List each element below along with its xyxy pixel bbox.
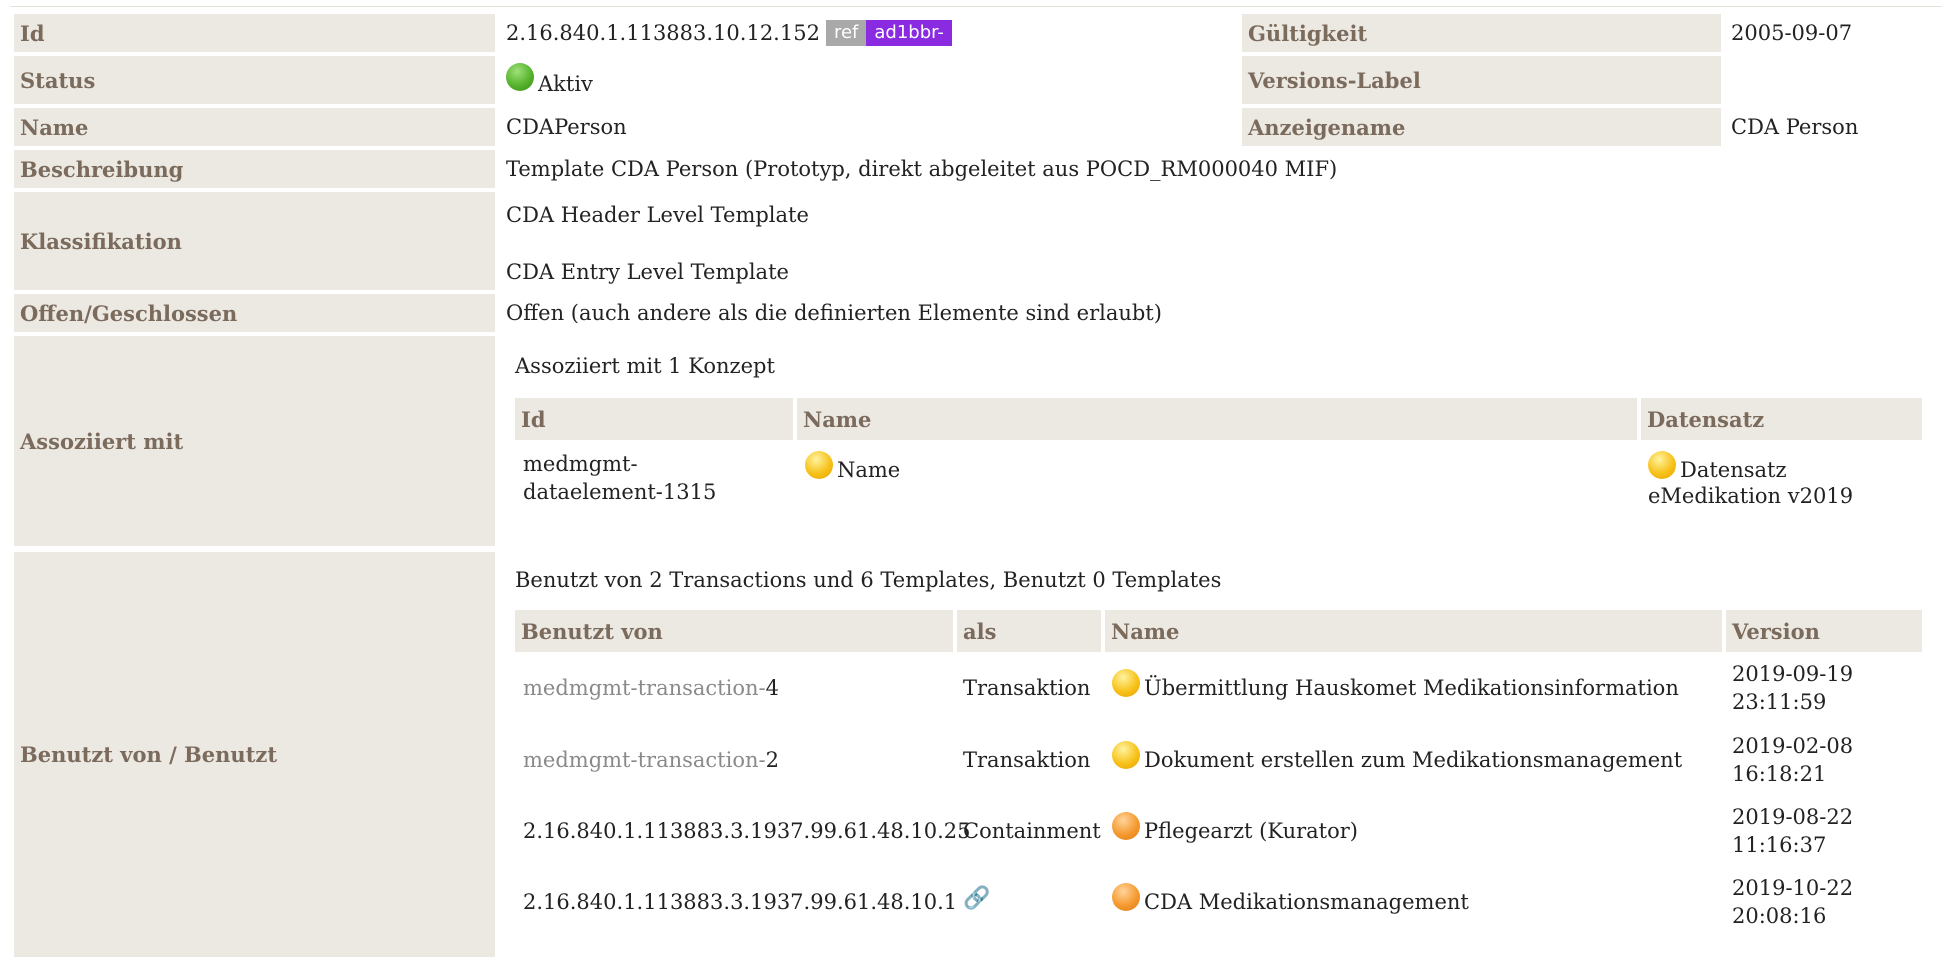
usage-row-2-version: 2019-02-08 16:18:21 bbox=[1732, 732, 1853, 788]
assoc-header-name: Name bbox=[797, 398, 1637, 440]
usage-row-3-id[interactable]: 2.16.840.1.113883.3.1937.99.61.48.10.25 bbox=[523, 817, 971, 845]
label-benutzt: Benutzt von / Benutzt bbox=[14, 552, 495, 957]
usage-row-2-id[interactable]: medmgmt-transaction-2 bbox=[523, 746, 779, 774]
assoc-id-line1: medmgmt- bbox=[523, 452, 638, 476]
usage-row-1-version: 2019-09-19 23:11:59 bbox=[1732, 660, 1853, 716]
usage-row-4-name[interactable]: CDA Medikationsmanagement bbox=[1112, 882, 1469, 914]
value-status: Aktiv bbox=[506, 56, 593, 104]
usage-row-2-name[interactable]: Dokument erstellen zum Medikationsmanage… bbox=[1112, 740, 1683, 772]
link-icon[interactable]: 🔗 bbox=[963, 886, 990, 911]
usage-time: 23:11:59 bbox=[1732, 690, 1827, 714]
label-gueltigkeit-text: Gültigkeit bbox=[1248, 20, 1368, 46]
label-assoziiert: Assoziiert mit bbox=[14, 336, 495, 546]
orange-status-dot-icon bbox=[1112, 882, 1140, 911]
label-status-text: Status bbox=[20, 67, 96, 93]
yellow-status-dot-icon bbox=[1648, 450, 1676, 479]
assoc-row-datensatz[interactable]: Datensatz eMedikation v2019 bbox=[1648, 450, 1854, 510]
status-active-icon bbox=[506, 63, 534, 91]
usage-id-suffix: 4 bbox=[765, 676, 779, 700]
value-gueltigkeit: 2005-09-07 bbox=[1731, 21, 1853, 45]
label-id-text: Id bbox=[20, 20, 45, 46]
usage-id-suffix: 2 bbox=[765, 748, 779, 772]
label-assoziiert-text: Assoziiert mit bbox=[20, 428, 184, 454]
top-divider bbox=[10, 6, 1942, 7]
label-beschreibung-text: Beschreibung bbox=[20, 156, 184, 182]
usage-time: 11:16:37 bbox=[1732, 833, 1827, 857]
value-anzeigename: CDA Person bbox=[1731, 115, 1859, 139]
usage-date: 2019-08-22 bbox=[1732, 805, 1854, 829]
usage-row-4-id[interactable]: 2.16.840.1.113883.3.1937.99.61.48.10.1 bbox=[523, 888, 957, 916]
value-klassifikation-entry: CDA Entry Level Template bbox=[506, 260, 789, 284]
value-id: 2.16.840.1.113883.10.12.152 ref ad1bbr- bbox=[506, 14, 952, 52]
yellow-status-dot-icon bbox=[805, 450, 833, 479]
value-offen-geschlossen: Offen (auch andere als die definierten E… bbox=[506, 301, 1162, 325]
usage-id-prefix: medmgmt-transaction- bbox=[523, 676, 766, 700]
usage-row-4-version: 2019-10-22 20:08:16 bbox=[1732, 874, 1853, 930]
usage-row-1-name[interactable]: Übermittlung Hauskomet Medikationsinform… bbox=[1112, 668, 1679, 700]
label-name-text: Name bbox=[20, 114, 89, 140]
label-offen-geschlossen: Offen/Geschlossen bbox=[14, 294, 495, 332]
value-beschreibung: Template CDA Person (Prototyp, direkt ab… bbox=[506, 157, 1338, 181]
prefix-badge[interactable]: ad1bbr- bbox=[866, 20, 952, 46]
label-klassifikation: Klassifikation bbox=[14, 192, 495, 290]
template-id: 2.16.840.1.113883.10.12.152 bbox=[506, 21, 820, 45]
usage-date: 2019-09-19 bbox=[1732, 662, 1854, 686]
usage-id-suffix: 2.16.840.1.113883.3.1937.99.61.48.10.1 bbox=[523, 890, 958, 914]
usage-row-4-als[interactable]: 🔗 bbox=[963, 884, 990, 913]
yellow-status-dot-icon bbox=[1112, 740, 1140, 769]
usage-row-1-als: Transaktion bbox=[963, 676, 1091, 700]
usage-row-3-name[interactable]: Pflegearzt (Kurator) bbox=[1112, 811, 1358, 843]
usage-name-text: Dokument erstellen zum Medikationsmanage… bbox=[1144, 748, 1683, 772]
label-klassifikation-text: Klassifikation bbox=[20, 228, 182, 254]
usage-date: 2019-10-22 bbox=[1732, 876, 1854, 900]
label-benutzt-text: Benutzt von / Benutzt bbox=[20, 742, 278, 767]
usage-name-text: Pflegearzt (Kurator) bbox=[1144, 819, 1358, 843]
label-id: Id bbox=[14, 14, 495, 52]
label-beschreibung: Beschreibung bbox=[14, 150, 495, 188]
label-anzeigename-text: Anzeigename bbox=[1248, 114, 1406, 140]
usage-summary: Benutzt von 2 Transactions und 6 Templat… bbox=[515, 568, 1222, 592]
usage-time: 20:08:16 bbox=[1732, 904, 1827, 928]
usage-row-1-id[interactable]: medmgmt-transaction-4 bbox=[523, 674, 779, 702]
label-versions-label-text: Versions-Label bbox=[1248, 67, 1421, 93]
usage-header-name: Name bbox=[1105, 610, 1722, 652]
usage-date: 2019-02-08 bbox=[1732, 734, 1854, 758]
assoc-header-id: Id bbox=[515, 398, 793, 440]
label-versions-label: Versions-Label bbox=[1242, 56, 1721, 104]
assoc-id-line2: dataelement-1315 bbox=[523, 480, 717, 504]
usage-name-text: CDA Medikationsmanagement bbox=[1144, 890, 1469, 914]
usage-row-3-als: Containment bbox=[963, 819, 1101, 843]
assoc-name-text: Name bbox=[837, 458, 901, 482]
usage-time: 16:18:21 bbox=[1732, 762, 1827, 786]
assoc-row-name[interactable]: Name bbox=[805, 450, 901, 482]
assoc-datensatz-line1: Datensatz bbox=[1680, 458, 1787, 482]
usage-header-version: Version bbox=[1726, 610, 1922, 652]
assoc-row-id[interactable]: medmgmt- dataelement-1315 bbox=[523, 450, 716, 506]
usage-id-suffix: 2.16.840.1.113883.3.1937.99.61.48.10.25 bbox=[523, 819, 971, 843]
label-gueltigkeit: Gültigkeit bbox=[1242, 14, 1721, 52]
assoc-datensatz-line2: eMedikation v2019 bbox=[1648, 483, 1854, 508]
assoziiert-summary: Assoziiert mit 1 Konzept bbox=[515, 354, 775, 378]
ref-badge[interactable]: ref bbox=[825, 20, 867, 46]
label-status: Status bbox=[14, 56, 495, 104]
usage-id-prefix: medmgmt-transaction- bbox=[523, 748, 766, 772]
label-anzeigename: Anzeigename bbox=[1242, 108, 1721, 146]
usage-header-benutzt-von: Benutzt von bbox=[515, 610, 953, 652]
label-name: Name bbox=[14, 108, 495, 146]
label-offen-text: Offen/Geschlossen bbox=[20, 300, 238, 326]
usage-name-text: Übermittlung Hauskomet Medikationsinform… bbox=[1144, 676, 1679, 700]
usage-row-3-version: 2019-08-22 11:16:37 bbox=[1732, 803, 1853, 859]
yellow-status-dot-icon bbox=[1112, 668, 1140, 697]
orange-status-dot-icon bbox=[1112, 811, 1140, 840]
usage-row-2-als: Transaktion bbox=[963, 748, 1091, 772]
value-name: CDAPerson bbox=[506, 115, 627, 139]
status-text: Aktiv bbox=[538, 72, 593, 96]
assoc-header-datensatz: Datensatz bbox=[1641, 398, 1922, 440]
value-klassifikation-header: CDA Header Level Template bbox=[506, 203, 809, 227]
usage-header-als: als bbox=[957, 610, 1101, 652]
